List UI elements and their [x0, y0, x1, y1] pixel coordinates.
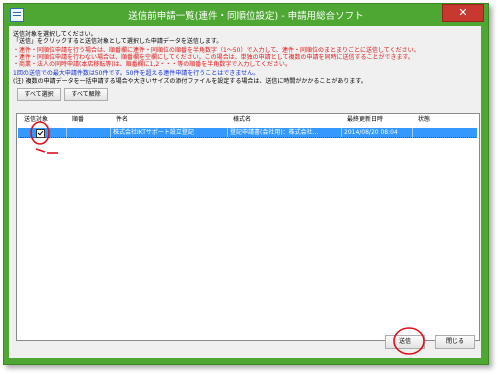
dialog-body: 送信対象を選択してください。 「送信」をクリックすると送信対象として選択した申請…	[9, 26, 481, 358]
header-order[interactable]: 順番	[69, 114, 84, 126]
title-bar[interactable]: 送信前申請一覧(連件・同順位設定) - 申請用総合ソフト ✕	[4, 4, 488, 26]
window-close-button[interactable]: ✕	[442, 4, 484, 22]
note-text: (注) 複数の申請データを一括申請する場合や大きいサイズの添付ファイルを設定する…	[13, 78, 367, 85]
window-title: 送信前申請一覧(連件・同順位設定) - 申請用総合ソフト	[128, 11, 364, 22]
instruction-line-2: 「送信」をクリックすると送信対象として選択した申請データを送信します。	[13, 38, 223, 45]
application-table[interactable]: 送信対象 順番 件名 様式名 最終更新日時 状態 株式会社IKTサポート設立登記…	[16, 113, 480, 341]
header-subject[interactable]: 件名	[113, 114, 128, 126]
warning-line-2: ・連件・同順位申請を行わない場合は、順番欄を空欄にしてください。この場合は、単独…	[13, 54, 414, 61]
send-button[interactable]: 送信	[385, 335, 425, 349]
warning-line-1: ・連件・同順位申請を行う場合は、順番欄に連件・同順位の順番を半角数字（1～50）…	[13, 47, 420, 54]
header-send-target[interactable]: 送信対象	[21, 114, 48, 126]
main-window: 送信前申請一覧(連件・同順位設定) - 申請用総合ソフト ✕ 送信対象を選択して…	[3, 3, 489, 365]
table-row[interactable]: 株式会社IKTサポート設立登記 登記申請書(会社用)：株式会社... 2014/…	[18, 128, 477, 138]
limit-notice: 1回の送信での最大申請件数は50件です。50件を超える連件申請を行うことはできま…	[13, 70, 260, 77]
instruction-line-1: 送信対象を選択してください。	[13, 31, 97, 38]
close-button[interactable]: 閉じる	[435, 335, 475, 349]
header-updated[interactable]: 最終更新日時	[344, 114, 383, 126]
deselect-all-button[interactable]: すべて解除	[64, 88, 108, 101]
select-all-button[interactable]: すべて選択	[17, 88, 61, 101]
warning-line-3: ・商業・法人の同時申請(本店移転等)は、順番欄に1,2・・・等の順番を半角数字で…	[13, 61, 291, 68]
header-form-name[interactable]: 様式名	[230, 114, 251, 126]
header-status[interactable]: 状態	[415, 114, 430, 126]
